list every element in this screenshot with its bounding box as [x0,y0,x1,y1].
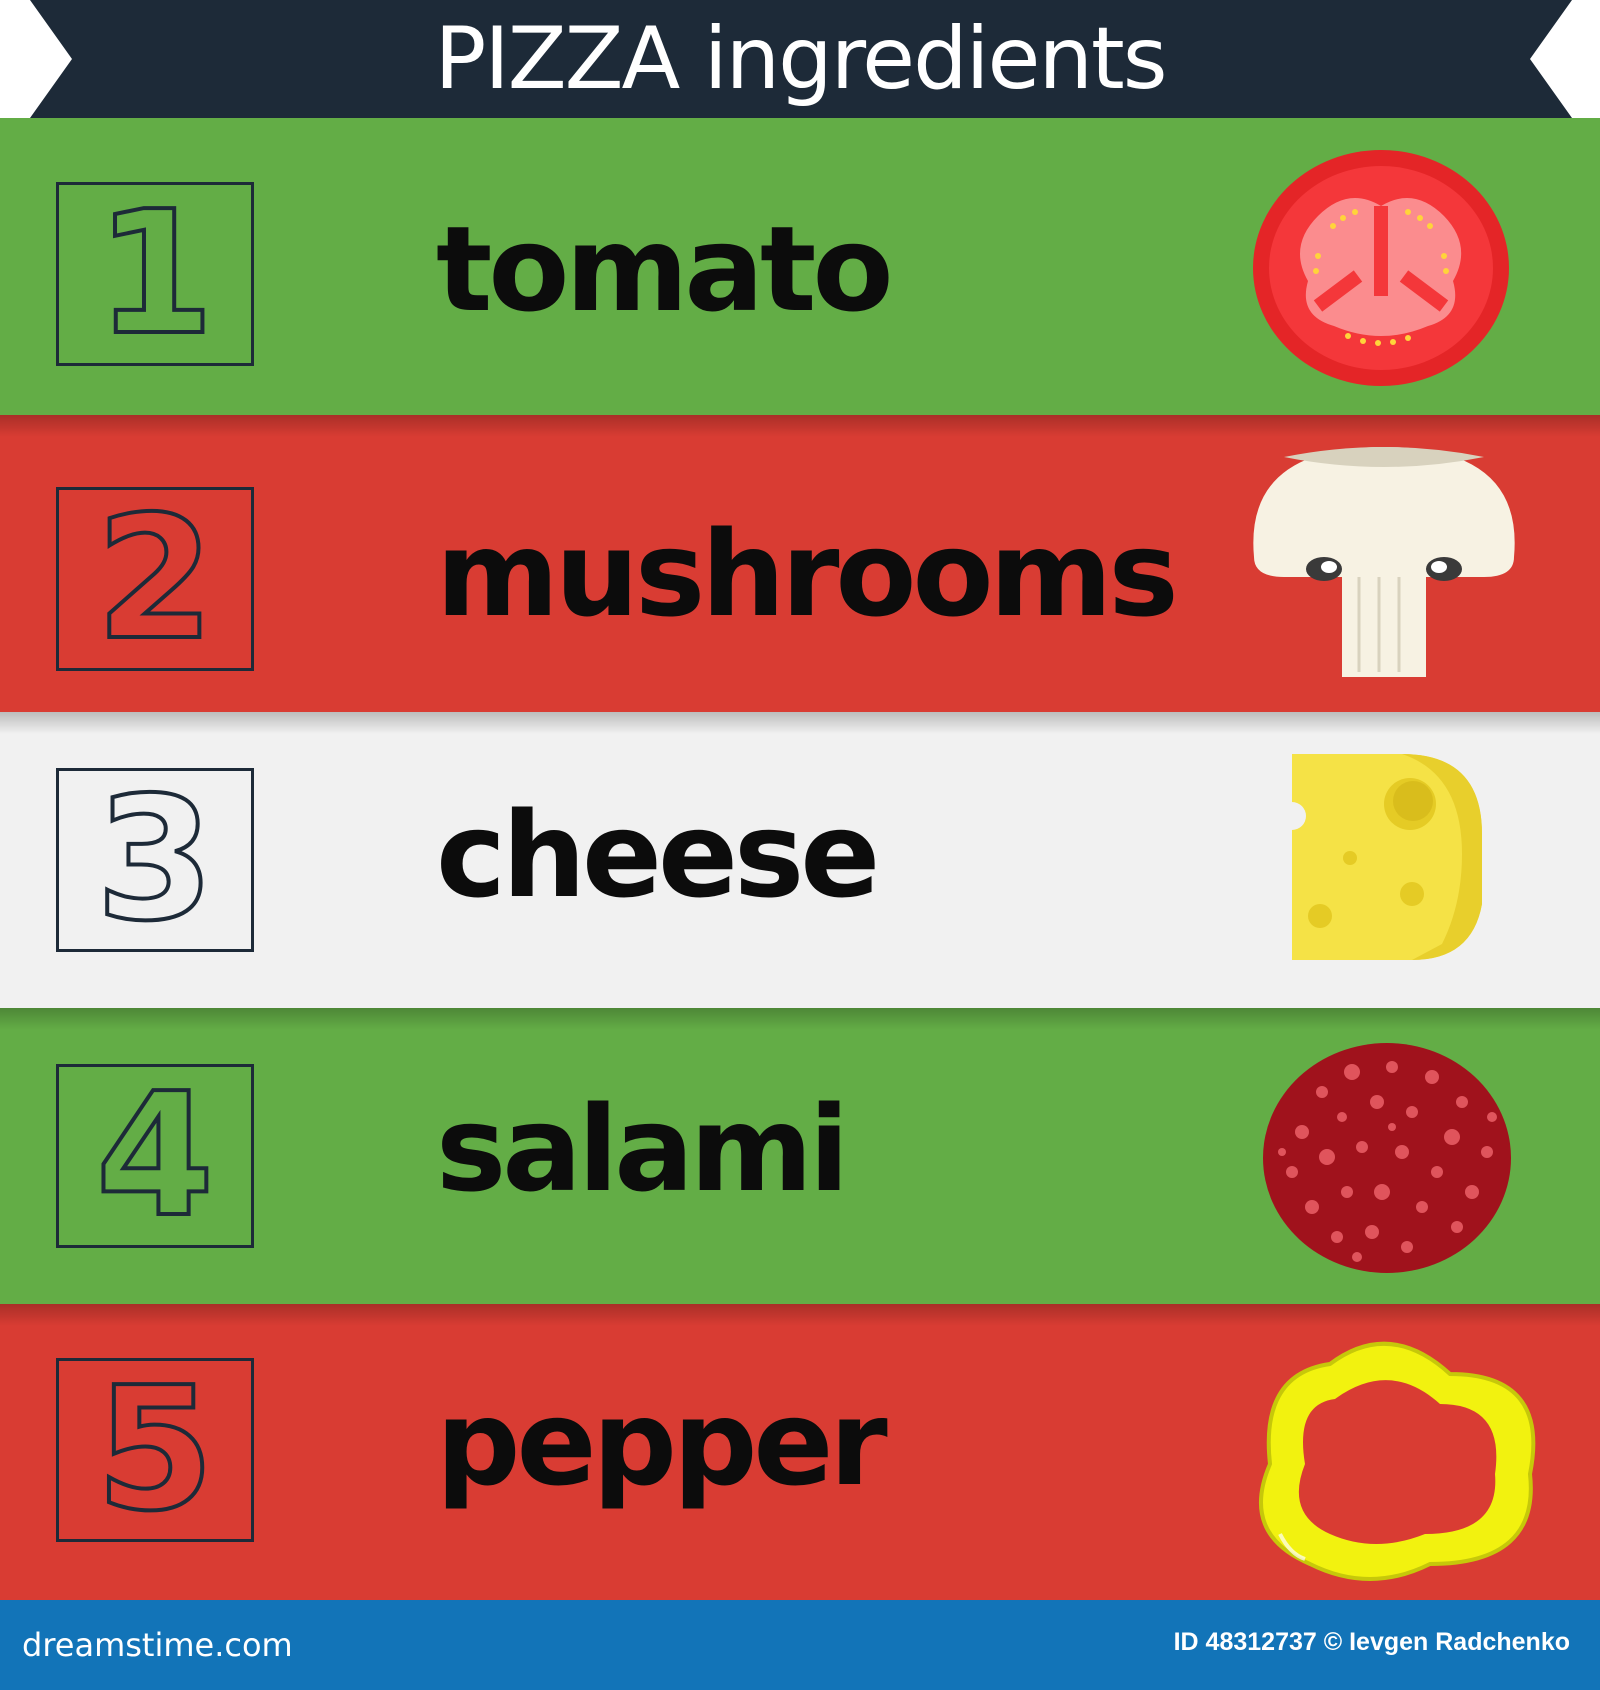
ingredient-number: 5 [94,1351,216,1549]
ingredient-label: pepper [436,1374,888,1512]
ingredient-number: 1 [94,175,216,373]
footer-site-link[interactable]: dreamstime.com [22,1600,293,1690]
number-box: 3 [56,768,254,952]
ingredient-number: 2 [94,480,216,678]
ingredient-number: 4 [94,1057,216,1255]
pepper-ring-icon [1259,1341,1536,1581]
salami-icon [1263,1043,1511,1273]
number-box: 1 [56,182,254,366]
row-shadow [0,712,1600,734]
mushroom-icon [1253,447,1515,677]
ingredient-number: 3 [94,761,216,959]
row-shadow [0,1008,1600,1030]
page-title: PIZZA ingredients [434,9,1167,109]
ingredient-label: salami [436,1080,849,1218]
ingredient-row-2: 2 mushrooms [0,415,1600,712]
ingredient-row-1: 1 tomato [0,118,1600,415]
number-box: 2 [56,487,254,671]
ingredient-row-5: 5 pepper [0,1304,1600,1600]
ingredient-label: tomato [436,200,894,338]
footer-bar: dreamstime.com ID 48312737 © Ievgen Radc… [0,1600,1600,1690]
footer-credit: ID 48312737 © Ievgen Radchenko [1173,1628,1570,1656]
ingredient-label: cheese [436,786,880,924]
tomato-slice-icon [1253,150,1509,386]
ingredient-row-4: 4 salami [0,1008,1600,1305]
title-banner: PIZZA ingredients [0,0,1600,118]
ingredient-row-3: 3 cheese [0,712,1600,1009]
row-shadow [0,1304,1600,1326]
row-shadow [0,415,1600,437]
number-box: 5 [56,1358,254,1542]
number-box: 4 [56,1064,254,1248]
ingredient-label: mushrooms [436,505,1179,643]
cheese-icon [1292,754,1482,960]
